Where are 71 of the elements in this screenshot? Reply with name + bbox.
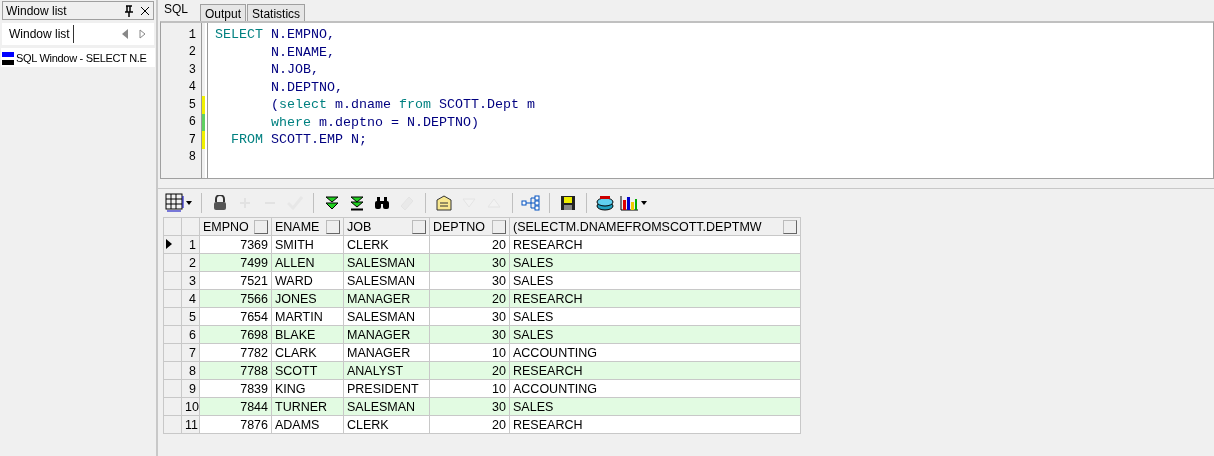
- table-cell: SMITH: [271, 235, 344, 254]
- table-cell: 7521: [199, 271, 272, 290]
- table-cell: MANAGER: [343, 343, 430, 362]
- window-icon: [2, 50, 14, 65]
- table-cell: 7782: [199, 343, 272, 362]
- line-number: 8: [187, 149, 197, 166]
- column-menu-button[interactable]: [783, 219, 797, 234]
- double-arrow-down-icon[interactable]: [325, 196, 339, 210]
- table-cell: PRESIDENT: [343, 379, 430, 398]
- table-cell: 10: [429, 343, 510, 362]
- save-icon[interactable]: [560, 195, 576, 211]
- column-menu-button[interactable]: [492, 219, 506, 234]
- column-menu-button[interactable]: [412, 219, 426, 234]
- line-number: 6: [187, 114, 197, 131]
- lock-icon[interactable]: [213, 195, 227, 211]
- table-cell: SALESMAN: [343, 271, 430, 290]
- line-number: 5: [187, 96, 197, 114]
- tab[interactable]: Statistics: [247, 4, 306, 21]
- table-cell: WARD: [271, 271, 344, 290]
- window-list-item[interactable]: SQL Window - SELECT N.E: [1, 48, 155, 67]
- binoculars-icon[interactable]: [374, 196, 390, 210]
- table-cell: 20: [429, 235, 510, 254]
- code-line: N.JOB,: [270, 62, 319, 78]
- line-number: 3: [187, 61, 197, 79]
- table-cell: CLERK: [343, 235, 430, 254]
- sql-editor[interactable]: 1 2 3 4 5 6 7 8 SELECT N.EMPNO, N.ENAME, N.JOB, N.DEPTNO, (select m.dname from SCOTT.Dept m where m.deptno = N.DEPTNO) FROM SCOTT.EMP N;: [160, 21, 1214, 179]
- code-line: (select m.dname from SCOTT.Dept m: [270, 97, 535, 113]
- column-menu-button[interactable]: [326, 219, 340, 234]
- table-cell: 7839: [199, 379, 272, 398]
- table-cell: RESEARCH: [509, 235, 801, 254]
- line-number: 2: [187, 44, 197, 61]
- table-cell: 7654: [199, 307, 272, 326]
- current-row-icon: [166, 238, 172, 249]
- scroll-right-icon[interactable]: [139, 29, 146, 39]
- table-cell: CLARK: [271, 343, 344, 362]
- table-cell: RESEARCH: [509, 415, 801, 434]
- tab[interactable]: Output: [200, 4, 247, 21]
- code-line: N.DEPTNO,: [270, 79, 343, 95]
- database-icon[interactable]: [596, 195, 614, 211]
- table-cell: 30: [429, 307, 510, 326]
- table-cell: SALES: [509, 307, 801, 326]
- table-cell: 20: [429, 415, 510, 434]
- panel-tab[interactable]: Window list: [6, 25, 74, 43]
- table-cell: SALESMAN: [343, 307, 430, 326]
- close-icon[interactable]: [140, 5, 150, 16]
- grid-icon[interactable]: [165, 193, 193, 213]
- panel-title: Window list: [6, 3, 68, 18]
- tree-icon[interactable]: [521, 195, 541, 211]
- table-cell: CLERK: [343, 415, 430, 434]
- double-arrow-down-bar-icon[interactable]: [350, 195, 364, 211]
- code-line: FROM SCOTT.EMP N;: [230, 132, 367, 148]
- table-cell: 7369: [199, 235, 272, 254]
- table-cell: 10: [429, 379, 510, 398]
- scroll-left-icon[interactable]: [122, 29, 129, 39]
- table-cell: ADAMS: [271, 415, 344, 434]
- code-line: N.ENAME,: [270, 44, 335, 60]
- line-number: 1: [187, 26, 197, 44]
- table-cell: KING: [271, 379, 344, 398]
- table-cell: 30: [429, 271, 510, 290]
- line-number: 7: [187, 131, 197, 149]
- code-line: SELECT N.EMPNO,: [215, 27, 335, 43]
- line-number: 4: [187, 79, 197, 96]
- table-cell: SALES: [509, 271, 801, 290]
- table-cell: MARTIN: [271, 307, 344, 326]
- bar-chart-icon[interactable]: [620, 195, 648, 211]
- table-cell: ACCOUNTING: [509, 379, 801, 398]
- column-menu-button[interactable]: [254, 219, 268, 234]
- table-cell: ACCOUNTING: [509, 343, 801, 362]
- table-cell: 7876: [199, 415, 272, 434]
- pin-icon[interactable]: [124, 4, 134, 17]
- code-line: where m.deptno = N.DEPTNO): [270, 114, 479, 130]
